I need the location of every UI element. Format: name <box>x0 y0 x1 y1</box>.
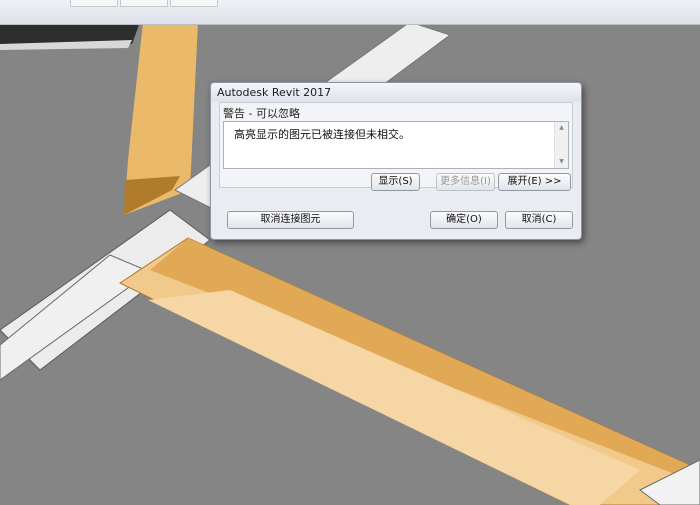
dialog-title: Autodesk Revit 2017 <box>217 86 332 99</box>
ribbon-bar <box>0 0 700 25</box>
trench-back-wall <box>150 238 700 480</box>
warning-message-box[interactable]: 高亮显示的图元已被连接但未相交。 ▲ ▼ <box>223 121 569 169</box>
message-scrollbar[interactable]: ▲ ▼ <box>554 122 568 168</box>
ribbon-tab-3[interactable] <box>170 0 218 7</box>
warning-heading: 警告 - 可以忽略 <box>223 107 300 120</box>
show-button[interactable]: 显示(S) <box>371 173 420 191</box>
ok-button[interactable]: 确定(O) <box>430 211 498 229</box>
scroll-down-arrow-icon[interactable]: ▼ <box>555 156 568 168</box>
revit-3d-viewport[interactable] <box>0 0 700 505</box>
expand-button[interactable]: 展开(E) >> <box>498 173 571 191</box>
model-geometry <box>0 21 700 505</box>
warning-message: 高亮显示的图元已被连接但未相交。 <box>234 128 410 141</box>
more-info-button[interactable]: 更多信息(I) <box>436 173 495 191</box>
warning-dialog: Autodesk Revit 2017 警告 - 可以忽略 高亮显示的图元已被连… <box>210 82 582 240</box>
scroll-up-arrow-icon[interactable]: ▲ <box>555 122 568 134</box>
trench-floor <box>148 290 640 505</box>
ribbon-tab-1[interactable] <box>70 0 118 7</box>
cancel-button[interactable]: 取消(C) <box>505 211 573 229</box>
unjoin-elements-button[interactable]: 取消连接图元 <box>227 211 354 229</box>
dialog-titlebar[interactable]: Autodesk Revit 2017 <box>211 83 581 102</box>
ribbon-tab-2[interactable] <box>120 0 168 7</box>
